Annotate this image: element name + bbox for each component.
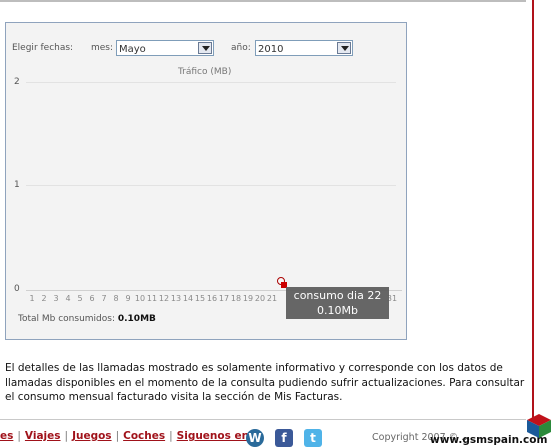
x-tick-label: 16 <box>206 294 218 303</box>
total-consumed: Total Mb consumidos: 0.10MB <box>18 314 156 324</box>
x-tick-label: 21 <box>266 294 278 303</box>
footer-separator: | <box>169 430 173 442</box>
x-tick-label: 14 <box>182 294 194 303</box>
year-select-value: 2010 <box>258 44 284 55</box>
x-tick-label: 11 <box>146 294 158 303</box>
x-tick-label: 9 <box>125 294 131 303</box>
traffic-panel: Elegir fechas: mes: Mayo año: 2010 Tráfi… <box>5 22 407 340</box>
footer-separator: | <box>64 430 69 442</box>
choose-dates-label: Elegir fechas: <box>12 43 74 53</box>
month-select[interactable]: Mayo <box>116 40 214 56</box>
x-tick-label: 13 <box>170 294 182 303</box>
x-tick-label: 2 <box>41 294 47 303</box>
footer-link-es[interactable]: es <box>0 430 13 442</box>
tooltip-line-1: consumo dia 22 <box>293 289 382 302</box>
footer-link-siguenos[interactable]: Siguenos en <box>177 430 249 442</box>
y-tick-label: 2 <box>14 77 20 87</box>
x-tick-label: 5 <box>77 294 83 303</box>
x-tick-label: 12 <box>158 294 170 303</box>
x-tick-label: 3 <box>53 294 59 303</box>
x-tick-label: 19 <box>242 294 254 303</box>
wordpress-icon[interactable]: W <box>246 429 264 447</box>
month-select-value: Mayo <box>119 44 146 55</box>
total-label: Total Mb consumidos: <box>18 314 115 324</box>
footer-link-juegos[interactable]: Juegos <box>72 430 111 442</box>
twitter-icon[interactable]: t <box>304 429 322 447</box>
y-tick-label: 1 <box>14 180 20 190</box>
footer-links: es | Viajes | Juegos | Coches | Siguenos en <box>0 430 249 446</box>
footer-link-coches[interactable]: Coches <box>123 430 165 442</box>
footer-separator: | <box>17 430 21 442</box>
x-tick-label: 17 <box>218 294 230 303</box>
footer-divider <box>0 419 526 420</box>
chevron-down-icon[interactable] <box>198 42 212 54</box>
month-label: mes: <box>91 43 114 53</box>
cube-logo-icon <box>527 414 551 438</box>
x-tick-label: 15 <box>194 294 206 303</box>
data-tooltip: consumo dia 22 0.10Mb <box>286 287 389 319</box>
x-tick-label: 10 <box>134 294 146 303</box>
x-tick-label: 6 <box>89 294 95 303</box>
x-tick-label: 20 <box>254 294 266 303</box>
total-value: 0.10MB <box>117 314 156 324</box>
year-select[interactable]: 2010 <box>255 40 353 56</box>
page-right-border <box>532 0 534 418</box>
info-note: El detalles de las llamadas mostrado es … <box>5 362 525 403</box>
tooltip-line-2: 0.10Mb <box>317 304 358 317</box>
x-tick-label: 7 <box>101 294 107 303</box>
footer-separator: | <box>115 430 120 442</box>
grid-line <box>26 185 396 186</box>
facebook-icon[interactable]: f <box>275 429 293 447</box>
grid-line <box>26 82 396 83</box>
x-tick-label: 1 <box>29 294 35 303</box>
chevron-down-icon[interactable] <box>337 42 351 54</box>
x-tick-label: 18 <box>230 294 242 303</box>
footer-link-viajes[interactable]: Viajes <box>25 430 61 442</box>
top-divider <box>0 0 526 2</box>
y-tick-label: 0 <box>14 284 20 294</box>
x-tick-label: 8 <box>113 294 119 303</box>
chart-title: Tráfico (MB) <box>178 67 232 77</box>
x-tick-label: 4 <box>65 294 71 303</box>
year-label: año: <box>231 43 251 53</box>
